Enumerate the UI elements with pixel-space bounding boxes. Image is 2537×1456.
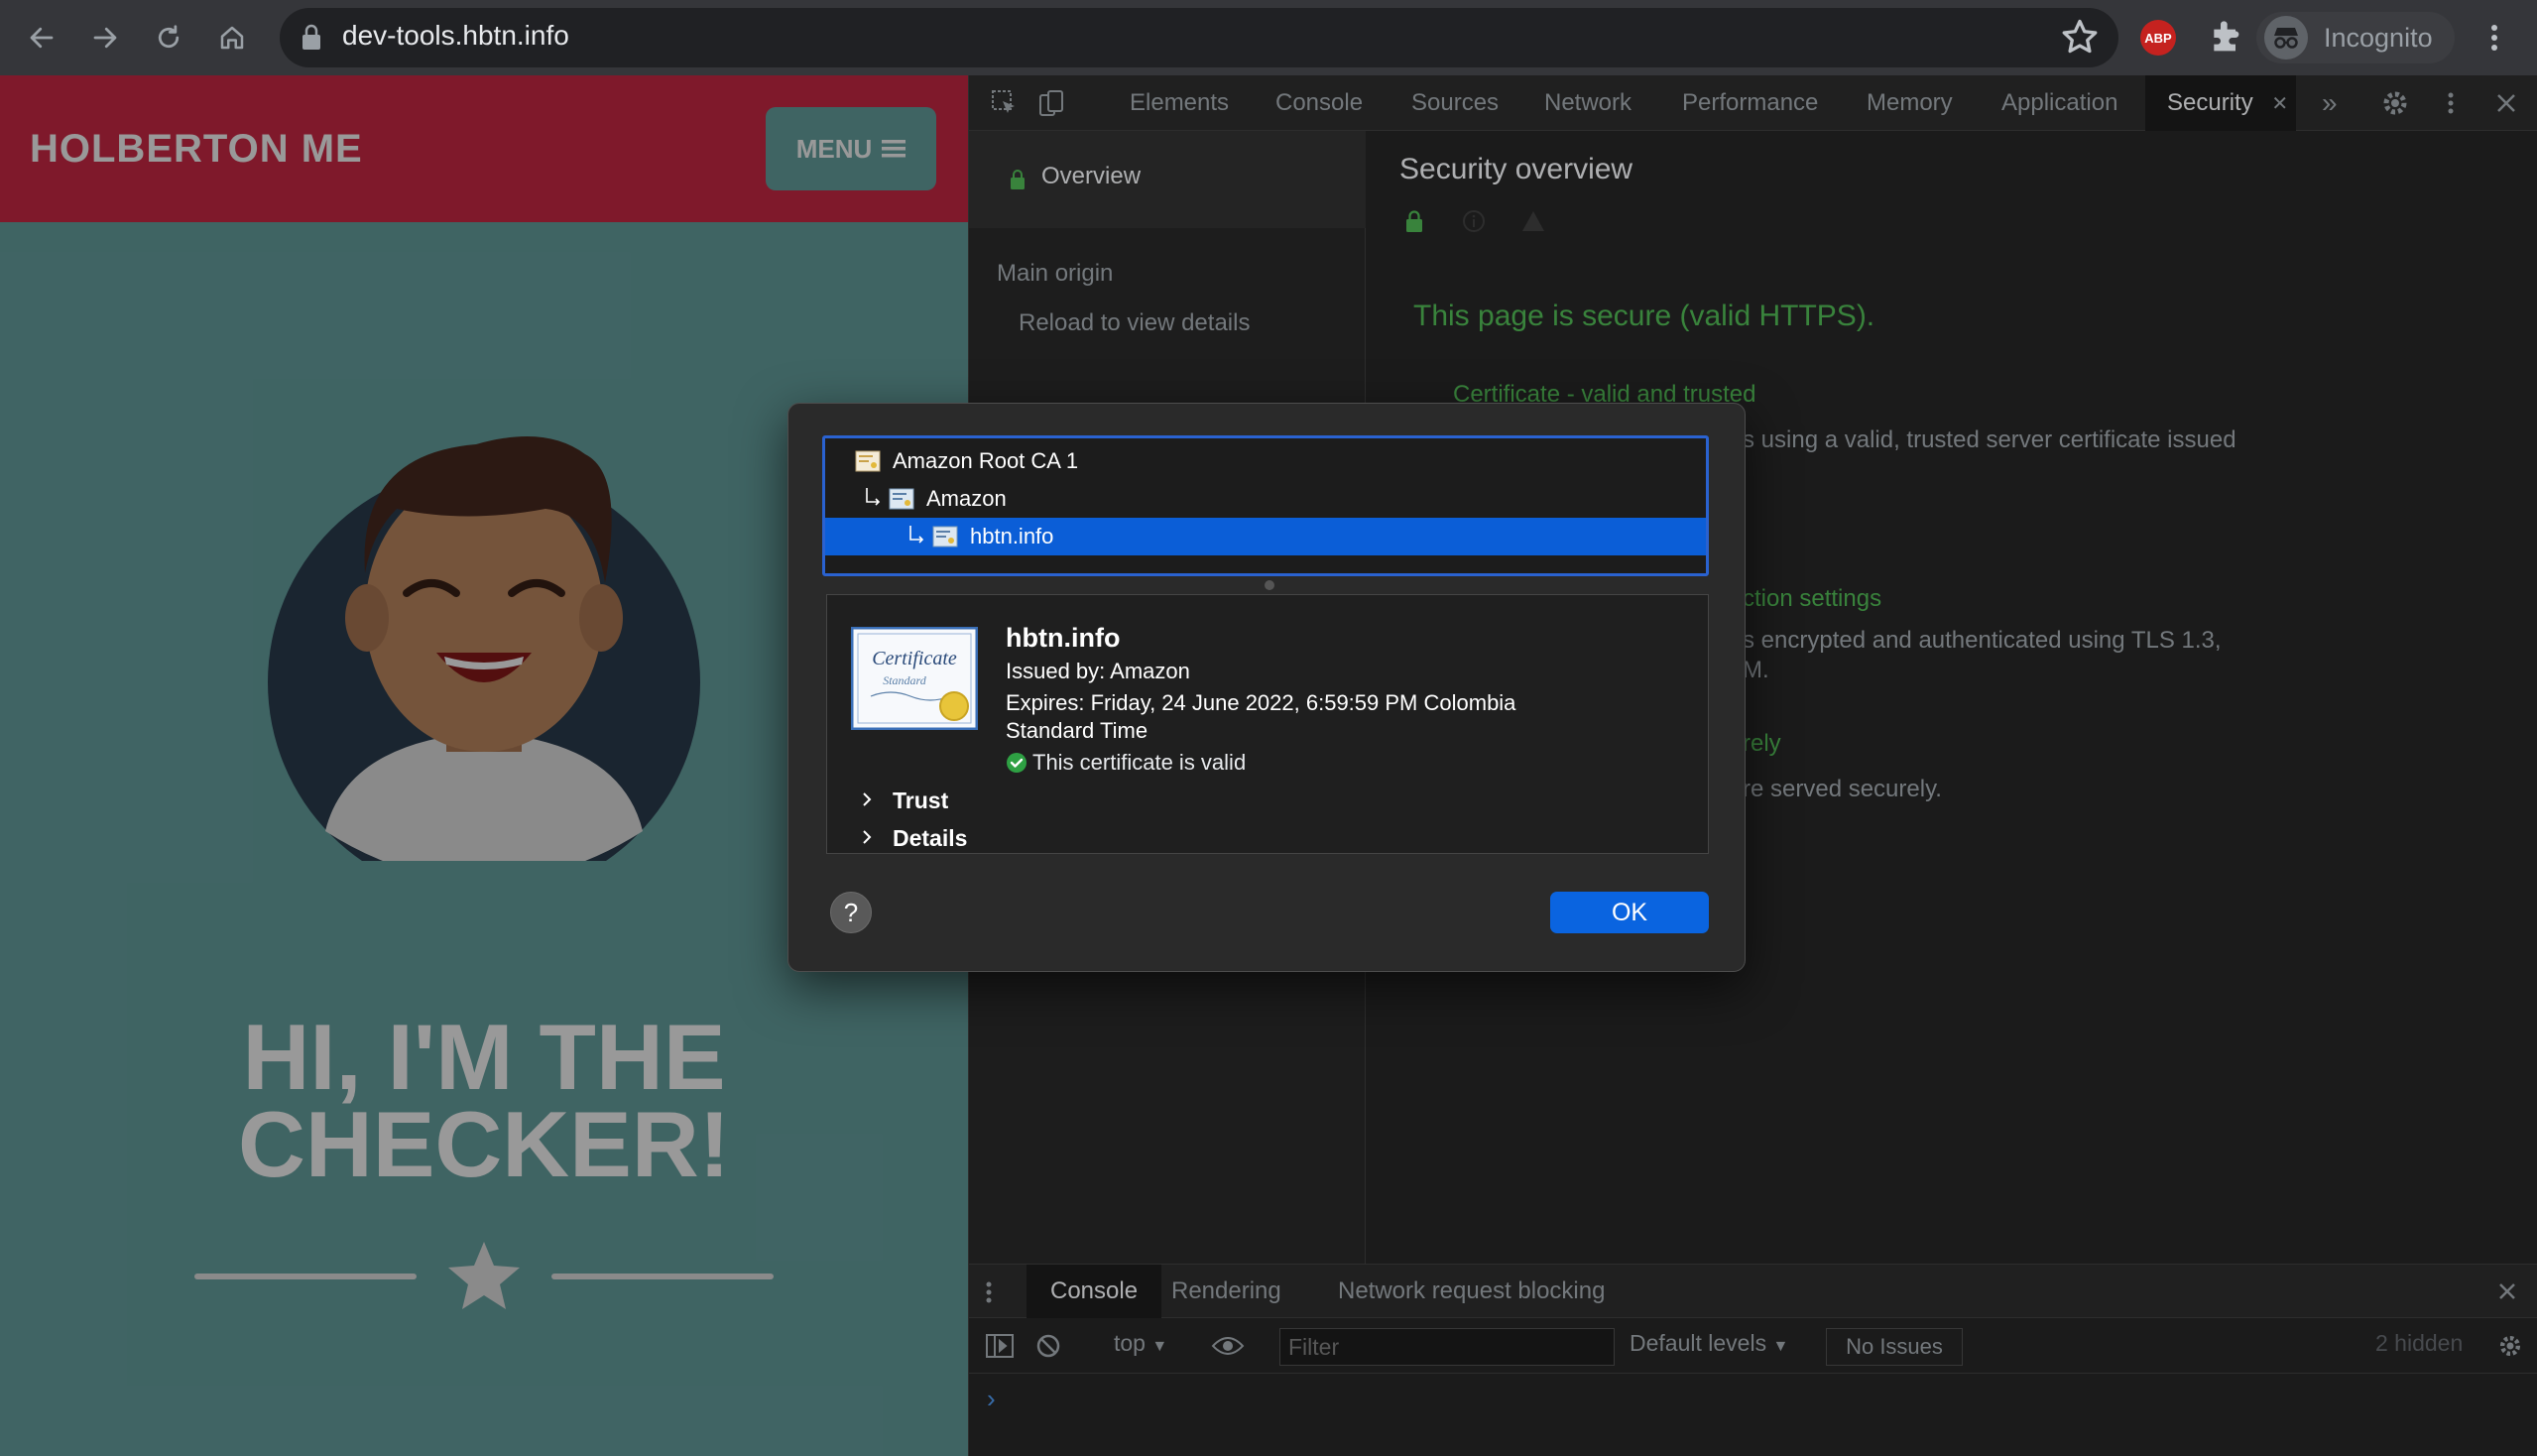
adblock-plus-icon[interactable]: ABP (2140, 20, 2176, 56)
chain-row-intermediate[interactable]: Amazon (825, 480, 1706, 518)
certificate-issuer: Issued by: Amazon (1006, 659, 1190, 683)
incognito-label: Incognito (2324, 23, 2433, 53)
home-button[interactable] (208, 14, 256, 61)
puzzle-extensions-icon[interactable] (2206, 18, 2245, 58)
ok-button[interactable]: OK (1550, 892, 1709, 933)
certificate-viewer-dialog: Amazon Root CA 1 Amazon hbtn.info Certif… (787, 403, 1746, 972)
chain-leaf-label: hbtn.info (970, 524, 1054, 548)
reload-icon (158, 25, 180, 49)
large-certificate-icon: Certificate Standard (851, 627, 978, 730)
certificate-chain-list[interactable]: Amazon Root CA 1 Amazon hbtn.info (822, 435, 1709, 576)
certificate-details-pane: Certificate Standard hbtn.info Issued by… (826, 594, 1709, 854)
tree-elbow-icon (866, 488, 881, 506)
chevron-right-icon[interactable] (857, 789, 877, 809)
tree-elbow-icon (909, 526, 924, 544)
certificate-valid-status: This certificate is valid (1032, 750, 1247, 775)
reload-button[interactable] (145, 14, 192, 61)
chain-root-label: Amazon Root CA 1 (893, 448, 1079, 473)
help-button[interactable]: ? (830, 892, 872, 933)
cert-image-title: Certificate (872, 648, 957, 669)
certificate-expiry-2: Standard Time (1006, 718, 1148, 743)
back-button[interactable] (18, 14, 65, 61)
chain-intermediate-label: Amazon (926, 486, 1007, 511)
certificate-icon (855, 450, 881, 472)
bookmark-star-icon[interactable] (2058, 16, 2102, 60)
arrow-left-icon (30, 27, 54, 49)
certificate-icon (889, 488, 914, 510)
forward-button[interactable] (81, 14, 129, 61)
cert-image-subtitle: Standard (883, 673, 927, 687)
trust-section-toggle[interactable]: Trust (893, 788, 948, 814)
arrow-right-icon (93, 27, 117, 49)
certificate-icon (932, 526, 958, 547)
incognito-icon (2264, 16, 2308, 60)
lock-icon[interactable] (300, 22, 323, 52)
chrome-menu-icon[interactable] (2479, 16, 2509, 60)
details-section-toggle[interactable]: Details (893, 825, 967, 852)
chevron-right-icon[interactable] (857, 827, 877, 847)
check-circle-icon (1007, 753, 1027, 773)
chain-row-leaf-selected[interactable]: hbtn.info (825, 518, 1706, 555)
chain-row-root[interactable]: Amazon Root CA 1 (825, 442, 1706, 480)
browser-toolbar: dev-tools.hbtn.info ABP Incognito (0, 0, 2537, 75)
split-view-handle[interactable] (1265, 580, 1274, 590)
certificate-common-name: hbtn.info (1006, 623, 1121, 653)
home-icon (220, 26, 244, 50)
url-text[interactable]: dev-tools.hbtn.info (342, 20, 569, 52)
certificate-expiry: Expires: Friday, 24 June 2022, 6:59:59 P… (1006, 690, 1516, 715)
